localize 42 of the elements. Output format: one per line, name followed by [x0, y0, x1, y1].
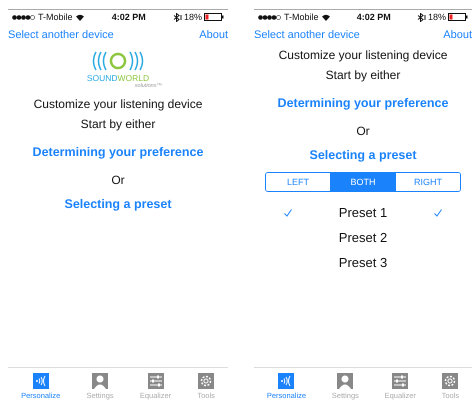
signal-icon [12, 14, 36, 20]
select-device-link[interactable]: Select another device [254, 29, 360, 41]
carrier-name: T-Mobile [284, 12, 319, 22]
clock-time: 4:02 PM [112, 12, 146, 22]
about-link[interactable]: About [443, 29, 472, 41]
sliders-icon [392, 373, 408, 389]
battery-icon [448, 13, 468, 21]
select-preset-link[interactable]: Selecting a preset [310, 148, 416, 162]
ear-segment[interactable]: BOTH [330, 173, 395, 191]
select-device-link[interactable]: Select another device [8, 29, 114, 41]
wifi-icon [320, 13, 331, 21]
ear-segment[interactable]: RIGHT [395, 173, 460, 191]
battery-percent: 18% [184, 12, 202, 22]
determine-preference-link[interactable]: Determining your preference [32, 145, 204, 159]
sliders-icon [148, 373, 164, 389]
preset-item[interactable]: Preset 1 [303, 205, 423, 220]
wifi-icon [74, 13, 85, 21]
logo-wordmark: SOUNDWORLD [86, 73, 150, 83]
heading-text: Customize your listening device [34, 97, 202, 111]
gear-icon [198, 373, 214, 389]
person-icon [337, 373, 354, 389]
preset-item[interactable]: Preset 2 [303, 230, 423, 245]
sound-wave-icon [278, 373, 294, 389]
sound-wave-icon [32, 373, 49, 389]
person-icon [92, 373, 108, 389]
gear-icon [442, 373, 458, 389]
subheading-text: Start by either [326, 68, 400, 82]
subheading-text: Start by either [80, 117, 156, 131]
bluetooth-icon [172, 12, 182, 22]
preset-item[interactable]: Preset 3 [303, 255, 423, 270]
carrier-name: T-Mobile [38, 12, 73, 22]
about-link[interactable]: About [199, 29, 228, 41]
or-text: Or [356, 124, 370, 138]
determine-preference-link[interactable]: Determining your preference [278, 96, 448, 110]
clock-time: 4:02 PM [356, 12, 391, 22]
select-preset-link[interactable]: Selecting a preset [64, 197, 172, 211]
battery-icon [204, 13, 224, 21]
or-text: Or [111, 173, 125, 187]
signal-icon [258, 14, 282, 20]
heading-text: Customize your listening device [278, 48, 448, 62]
battery-percent: 18% [428, 12, 446, 22]
bluetooth-icon [416, 12, 426, 22]
